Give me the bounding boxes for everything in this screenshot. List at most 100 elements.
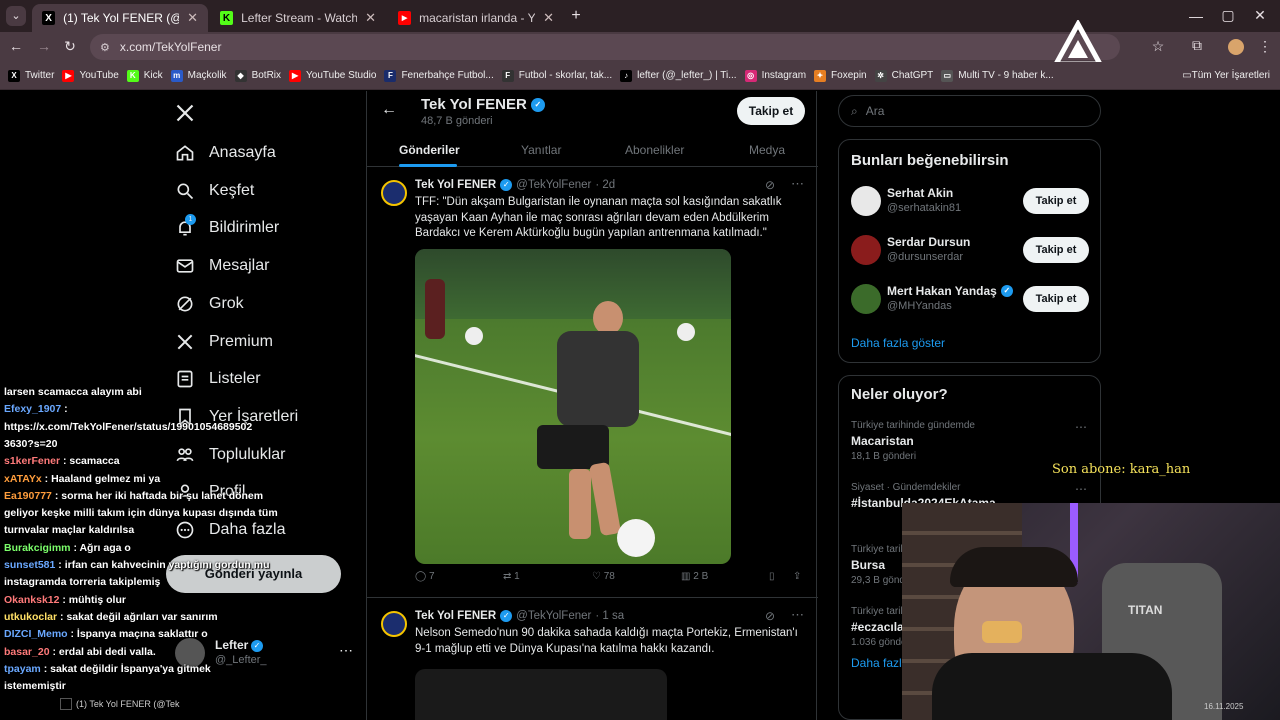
tab-replies[interactable]: Yanıtlar: [521, 143, 561, 157]
tab-subscriptions[interactable]: Abonelikler: [625, 143, 684, 157]
like-button[interactable]: ♡ 78: [592, 571, 615, 582]
close-tab-icon[interactable]: ✕: [365, 10, 376, 26]
bookmark-1[interactable]: ▶ YouTube: [62, 69, 119, 82]
x-logo-icon[interactable]: [175, 103, 195, 123]
show-more-link[interactable]: Daha fazla: [851, 656, 908, 670]
suggestion-item[interactable]: Serhat Akin @serhatakin81 Takip et: [839, 184, 1100, 224]
chat-text: geliyor keşke milli takım için dünya kup…: [4, 507, 278, 520]
show-more-link[interactable]: Daha fazla göster: [851, 336, 945, 350]
tab-kick[interactable]: K Lefter Stream - Watch Live on K ✕: [210, 4, 386, 32]
sidebar-item-mesajlar[interactable]: Mesajlar: [175, 256, 269, 276]
sidebar-item-topluluklar[interactable]: Topluluklar: [175, 445, 285, 465]
avatar: [851, 284, 881, 314]
x-logo-icon: X: [42, 11, 56, 25]
suggestion-name: Serdar Dursun: [887, 235, 970, 249]
sidebar-item-ke-fet[interactable]: Keşfet: [175, 181, 254, 201]
close-tab-icon[interactable]: ✕: [543, 10, 554, 26]
sidebar-item-anasayfa[interactable]: Anasayfa: [175, 143, 276, 163]
bookmark-3[interactable]: m Maçkolik: [170, 69, 227, 82]
bookmark-label: Multi TV - 9 haber k...: [958, 70, 1054, 81]
sidebar-item-daha-fazla[interactable]: Daha fazla: [175, 520, 286, 540]
star-icon[interactable]: ☆: [1150, 38, 1166, 55]
folder-icon: ▭: [1182, 70, 1192, 81]
chat-message: sunset581 : irfan can kahvecinin yaptığı…: [4, 557, 270, 574]
follow-button[interactable]: Takip et: [737, 97, 805, 125]
forward-icon[interactable]: →: [36, 38, 52, 54]
bookmark-8[interactable]: ♪ lefter (@_lefter_) | Ti...: [620, 69, 737, 82]
menu-icon[interactable]: ⋮: [1258, 38, 1272, 55]
sidebar-item-bildirimler[interactable]: 1 Bildirimler: [175, 214, 279, 238]
bookmark-2[interactable]: K Kick: [126, 69, 163, 82]
extensions-icon[interactable]: ⧉: [1188, 37, 1206, 54]
url-text: x.com/TekYolFener: [119, 40, 222, 54]
tab-tekyolfener[interactable]: X (1) Tek Yol FENER (@TekYolFenerl ✕: [32, 4, 208, 32]
minimize-icon[interactable]: —: [1188, 8, 1204, 24]
reply-count: 7: [428, 571, 435, 582]
chat-text: : İspanya maçına saklattır o: [70, 628, 208, 641]
bookmark-favicon-icon: m: [170, 69, 183, 82]
suggestion-item[interactable]: Mert Hakan Yandaş ✓ @MHYandas Takip et: [839, 282, 1100, 322]
sidebar-item-grok[interactable]: Grok: [175, 294, 244, 314]
avatar[interactable]: [1228, 39, 1244, 55]
follow-button[interactable]: Takip et: [1023, 237, 1089, 263]
bookmark-4[interactable]: ◆ BotRix: [234, 69, 281, 82]
views-button[interactable]: ▥ 2 B: [681, 571, 708, 582]
maximize-icon[interactable]: ▢: [1220, 7, 1236, 24]
bookmark-11[interactable]: ✲ ChatGPT: [874, 69, 933, 82]
verified-badge-icon: ✓: [1000, 285, 1013, 297]
bookmark-favicon-icon: ♪: [620, 69, 633, 82]
chat-text: : scamacca: [62, 455, 120, 468]
reply-button[interactable]: ◯ 7: [415, 571, 435, 582]
bookmark-7[interactable]: F Futbol - skorlar, tak...: [501, 69, 612, 82]
sidebar-item-premium[interactable]: Premium: [175, 332, 273, 352]
more-icon[interactable]: ⋯: [791, 607, 804, 623]
grok-icon[interactable]: ⊘: [765, 178, 775, 192]
chat-text: : irfan can kahvecinin yaptığını gordun …: [58, 559, 270, 571]
suggestion-item[interactable]: Serdar Dursun @dursunserdar Takip et: [839, 233, 1100, 273]
new-tab-button[interactable]: +: [568, 7, 584, 25]
post[interactable]: Tek Yol FENER ✓ @TekYolFener · 1 sa ⊘ ⋯ …: [367, 599, 818, 720]
post-image[interactable]: [415, 249, 731, 564]
search-input[interactable]: ⌕ Ara: [838, 95, 1101, 127]
more-icon: [176, 521, 194, 539]
bookmark-6[interactable]: F Fenerbahçe Futbol...: [384, 69, 494, 82]
back-icon[interactable]: ←: [8, 38, 24, 54]
close-tab-icon[interactable]: ✕: [187, 10, 198, 26]
more-icon[interactable]: ⋯: [339, 642, 353, 659]
post-image[interactable]: [415, 669, 667, 720]
panel-title: Bunları beğenebilirsin: [851, 152, 1009, 169]
close-window-icon[interactable]: ✕: [1252, 7, 1268, 24]
back-arrow-icon[interactable]: ←: [381, 101, 397, 119]
bookmark-0[interactable]: X Twitter: [8, 69, 54, 82]
more-icon[interactable]: ⋯: [791, 176, 804, 192]
more-icon[interactable]: ⋯: [1075, 482, 1087, 496]
share-icon[interactable]: ⇪: [793, 571, 801, 582]
tab-posts[interactable]: Gönderiler: [399, 143, 460, 157]
bookmark-10[interactable]: ✦ Foxepin: [814, 69, 867, 82]
webcam-feed: TITAN: [902, 503, 1280, 720]
more-icon[interactable]: ⋯: [1075, 420, 1087, 434]
all-bookmarks-button[interactable]: ▭ Tüm Yer İşaretleri: [1182, 70, 1270, 81]
post[interactable]: Tek Yol FENER ✓ @TekYolFener · 2d ⊘ ⋯ TF…: [367, 168, 818, 598]
bookmark-9[interactable]: ◎ Instagram: [744, 69, 806, 82]
bookmark-favicon-icon: ▶: [62, 69, 75, 82]
address-bar[interactable]: ⚙ x.com/TekYolFener: [90, 34, 1120, 60]
tab-media[interactable]: Medya: [749, 143, 785, 157]
reload-icon[interactable]: ↻: [62, 38, 78, 55]
active-tab-indicator: [399, 164, 457, 167]
site-info-icon[interactable]: ⚙: [100, 41, 110, 54]
bookmark-12[interactable]: ▭ Multi TV - 9 haber k...: [941, 69, 1054, 82]
follow-button[interactable]: Takip et: [1023, 188, 1089, 214]
chat-text: : sakat değil ağrıları var sanırım: [60, 610, 218, 623]
tab-search-button[interactable]: ⌄: [6, 6, 26, 26]
bookmark-5[interactable]: ▶ YouTube Studio: [289, 69, 376, 82]
tab-youtube[interactable]: ▶ macaristan irlanda - YouTube ✕: [388, 4, 564, 32]
taskbar-item[interactable]: (1) Tek Yol FENER (@Tek: [76, 699, 180, 709]
repost-button[interactable]: ⇄ 1: [503, 571, 520, 582]
sidebar-item-listeler[interactable]: Listeler: [175, 369, 261, 389]
grok-icon[interactable]: ⊘: [765, 609, 775, 623]
bookmark-icon[interactable]: ▯: [769, 571, 775, 582]
screen: ⌄ X (1) Tek Yol FENER (@TekYolFenerl ✕ K…: [0, 0, 1280, 720]
avatar: [381, 180, 407, 206]
follow-button[interactable]: Takip et: [1023, 286, 1089, 312]
